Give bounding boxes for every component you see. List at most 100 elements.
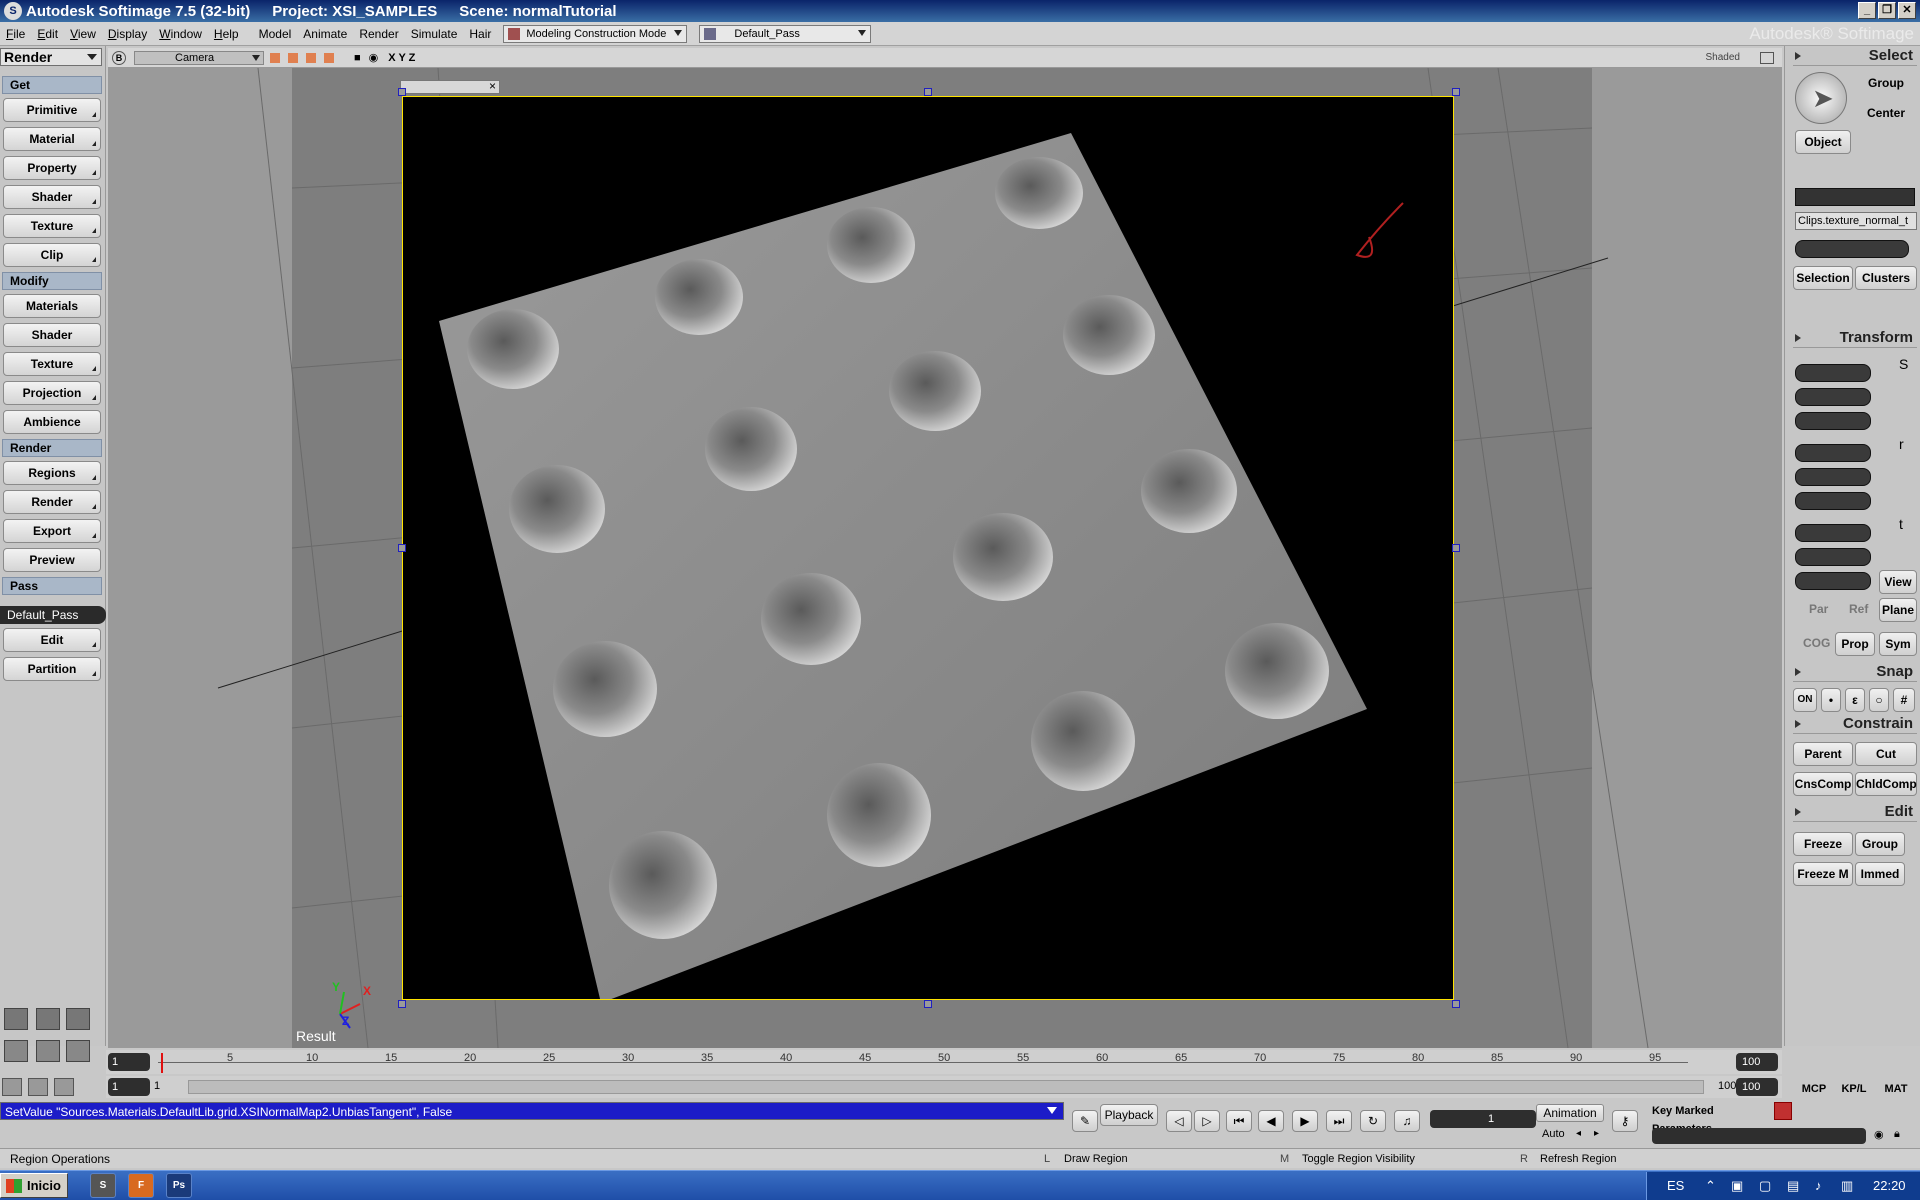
restore-icon[interactable]: ❐ xyxy=(1878,2,1896,19)
select-arrow-button[interactable]: ➤ xyxy=(1795,72,1847,124)
select-section-header[interactable]: Select xyxy=(1793,46,1917,66)
layout-quad-icon[interactable] xyxy=(4,1008,28,1030)
tab-mcp[interactable]: MCP xyxy=(1798,1080,1830,1098)
translate-y-field[interactable] xyxy=(1795,548,1871,566)
chldcomp-button[interactable]: ChldComp xyxy=(1855,772,1917,796)
get-material-button[interactable]: Material xyxy=(3,127,101,151)
animation-menu-button[interactable]: Animation xyxy=(1536,1104,1604,1122)
viewport[interactable]: × X Y Z Result xyxy=(108,68,1782,1048)
audio-icon[interactable]: ♫ xyxy=(1394,1110,1420,1132)
camera-select[interactable]: Camera xyxy=(134,50,264,65)
scale-icon[interactable]: S xyxy=(1899,356,1908,372)
maximize-viewport-icon[interactable] xyxy=(1760,51,1774,64)
menu-help[interactable]: Help xyxy=(214,27,239,41)
section-render[interactable]: Render xyxy=(2,439,102,457)
snap-curve-icon[interactable]: ε xyxy=(1845,688,1865,712)
render-region[interactable] xyxy=(402,96,1454,1000)
undo-icon[interactable]: ◉ xyxy=(1874,1128,1884,1141)
scale-y-field[interactable] xyxy=(1795,388,1871,406)
palette-icon[interactable] xyxy=(54,1078,74,1096)
prop-button[interactable]: Prop xyxy=(1835,632,1875,656)
tab-mat[interactable]: MAT xyxy=(1878,1080,1914,1098)
tab-kpl[interactable]: KP/L xyxy=(1836,1080,1872,1098)
cut-button[interactable]: Cut xyxy=(1855,742,1917,766)
current-frame-field[interactable]: 1 xyxy=(1430,1110,1536,1128)
render-preview-button[interactable]: Preview xyxy=(3,548,101,572)
modify-texture-button[interactable]: Texture xyxy=(3,352,101,376)
region-handle[interactable] xyxy=(398,88,406,96)
freeze-button[interactable]: Freeze xyxy=(1793,832,1853,856)
layout-alt3-icon[interactable] xyxy=(66,1040,90,1062)
lock-icon[interactable]: 🔒︎ xyxy=(1894,1128,1900,1141)
script-editor-icon[interactable]: ✎ xyxy=(1072,1110,1098,1132)
prev-key-icon[interactable]: ◁ xyxy=(1166,1110,1192,1132)
constrain-section-header[interactable]: Constrain xyxy=(1793,714,1917,734)
sym-button[interactable]: Sym xyxy=(1879,632,1917,656)
tray-app1-icon[interactable]: ▣ xyxy=(1731,1172,1743,1200)
region-handle[interactable] xyxy=(1452,1000,1460,1008)
floating-window-titlebar[interactable]: × xyxy=(400,79,500,94)
pass-select[interactable]: Default_Pass xyxy=(699,24,872,43)
language-indicator[interactable]: ES xyxy=(1667,1172,1684,1200)
layout-grid-icon[interactable] xyxy=(66,1008,90,1030)
firefox-taskbar-icon[interactable]: F xyxy=(128,1173,154,1198)
softimage-taskbar-icon[interactable]: S xyxy=(90,1173,116,1198)
menu-window[interactable]: Window xyxy=(159,27,202,41)
tray-expand-icon[interactable]: ⌃ xyxy=(1705,1172,1716,1200)
menu-animate[interactable]: Animate xyxy=(303,27,347,41)
render-render-button[interactable]: Render xyxy=(3,490,101,514)
last-frame-icon[interactable]: ⏭ xyxy=(1326,1110,1352,1132)
snap-on-button[interactable]: ON xyxy=(1793,688,1817,712)
filter-field[interactable] xyxy=(1795,240,1909,258)
timeline[interactable]: 1 5 10 15 20 25 30 35 40 45 50 55 60 65 … xyxy=(106,1050,1782,1074)
cnscomp-button[interactable]: CnsComp xyxy=(1793,772,1853,796)
rotate-z-field[interactable] xyxy=(1795,492,1871,510)
select-object-button[interactable]: Object xyxy=(1795,130,1851,154)
region-handle[interactable] xyxy=(924,1000,932,1008)
parent-button[interactable]: Parent xyxy=(1793,742,1853,766)
play-icon[interactable]: ▶ xyxy=(1292,1110,1318,1132)
loop-icon[interactable]: ↻ xyxy=(1360,1110,1386,1132)
clock[interactable]: 22:20 xyxy=(1873,1172,1906,1200)
menu-render[interactable]: Render xyxy=(359,27,398,41)
menu-simulate[interactable]: Simulate xyxy=(411,27,458,41)
render-export-button[interactable]: Export xyxy=(3,519,101,543)
key-marked-parameters-button[interactable]: Key Marked Parameters xyxy=(1648,1102,1748,1135)
selection-name-field[interactable] xyxy=(1795,188,1915,206)
translate-x-field[interactable] xyxy=(1795,524,1871,542)
region-handle[interactable] xyxy=(924,88,932,96)
range-start-field[interactable]: 1 xyxy=(108,1078,150,1096)
snap-point-icon[interactable]: • xyxy=(1821,688,1841,712)
scale-z-field[interactable] xyxy=(1795,412,1871,430)
timeline-end-field[interactable]: 100 xyxy=(1736,1053,1778,1071)
get-shader-button[interactable]: Shader xyxy=(3,185,101,209)
select-group-button[interactable]: Group xyxy=(1855,72,1917,96)
keying-set-field[interactable] xyxy=(1652,1128,1866,1144)
modify-materials-button[interactable]: Materials xyxy=(3,294,101,318)
record-key-icon[interactable] xyxy=(1774,1102,1792,1120)
section-modify[interactable]: Modify xyxy=(2,272,102,290)
modify-projection-button[interactable]: Projection xyxy=(3,381,101,405)
menu-hair[interactable]: Hair xyxy=(469,27,491,41)
shading-mode[interactable]: Shaded xyxy=(1706,52,1740,63)
axes-toggle[interactable]: X Y Z xyxy=(388,52,415,64)
viewport-letter-icon[interactable]: B xyxy=(112,50,126,65)
region-handle[interactable] xyxy=(1452,88,1460,96)
freeze-m-button[interactable]: Freeze M xyxy=(1793,862,1853,886)
modify-ambience-button[interactable]: Ambience xyxy=(3,410,101,434)
selection-button[interactable]: Selection xyxy=(1793,266,1853,290)
minimize-icon[interactable]: _ xyxy=(1858,2,1876,19)
scale-x-field[interactable] xyxy=(1795,364,1871,382)
ref-toggle[interactable]: Ref xyxy=(1849,602,1868,616)
region-handle[interactable] xyxy=(398,1000,406,1008)
cog-toggle[interactable]: COG xyxy=(1803,636,1830,650)
rotate-x-field[interactable] xyxy=(1795,444,1871,462)
range-slider-row[interactable]: 1 1 100 100 xyxy=(106,1076,1782,1098)
view-button[interactable]: View xyxy=(1879,570,1917,594)
next-key-arrow-icon[interactable]: ▸ xyxy=(1594,1128,1599,1139)
pass-partition-button[interactable]: Partition xyxy=(3,657,101,681)
tray-app2-icon[interactable]: ▢ xyxy=(1759,1172,1771,1200)
key-icon[interactable]: ⚷ xyxy=(1612,1110,1638,1132)
close-icon[interactable]: ✕ xyxy=(1898,2,1916,19)
render-regions-button[interactable]: Regions xyxy=(3,461,101,485)
